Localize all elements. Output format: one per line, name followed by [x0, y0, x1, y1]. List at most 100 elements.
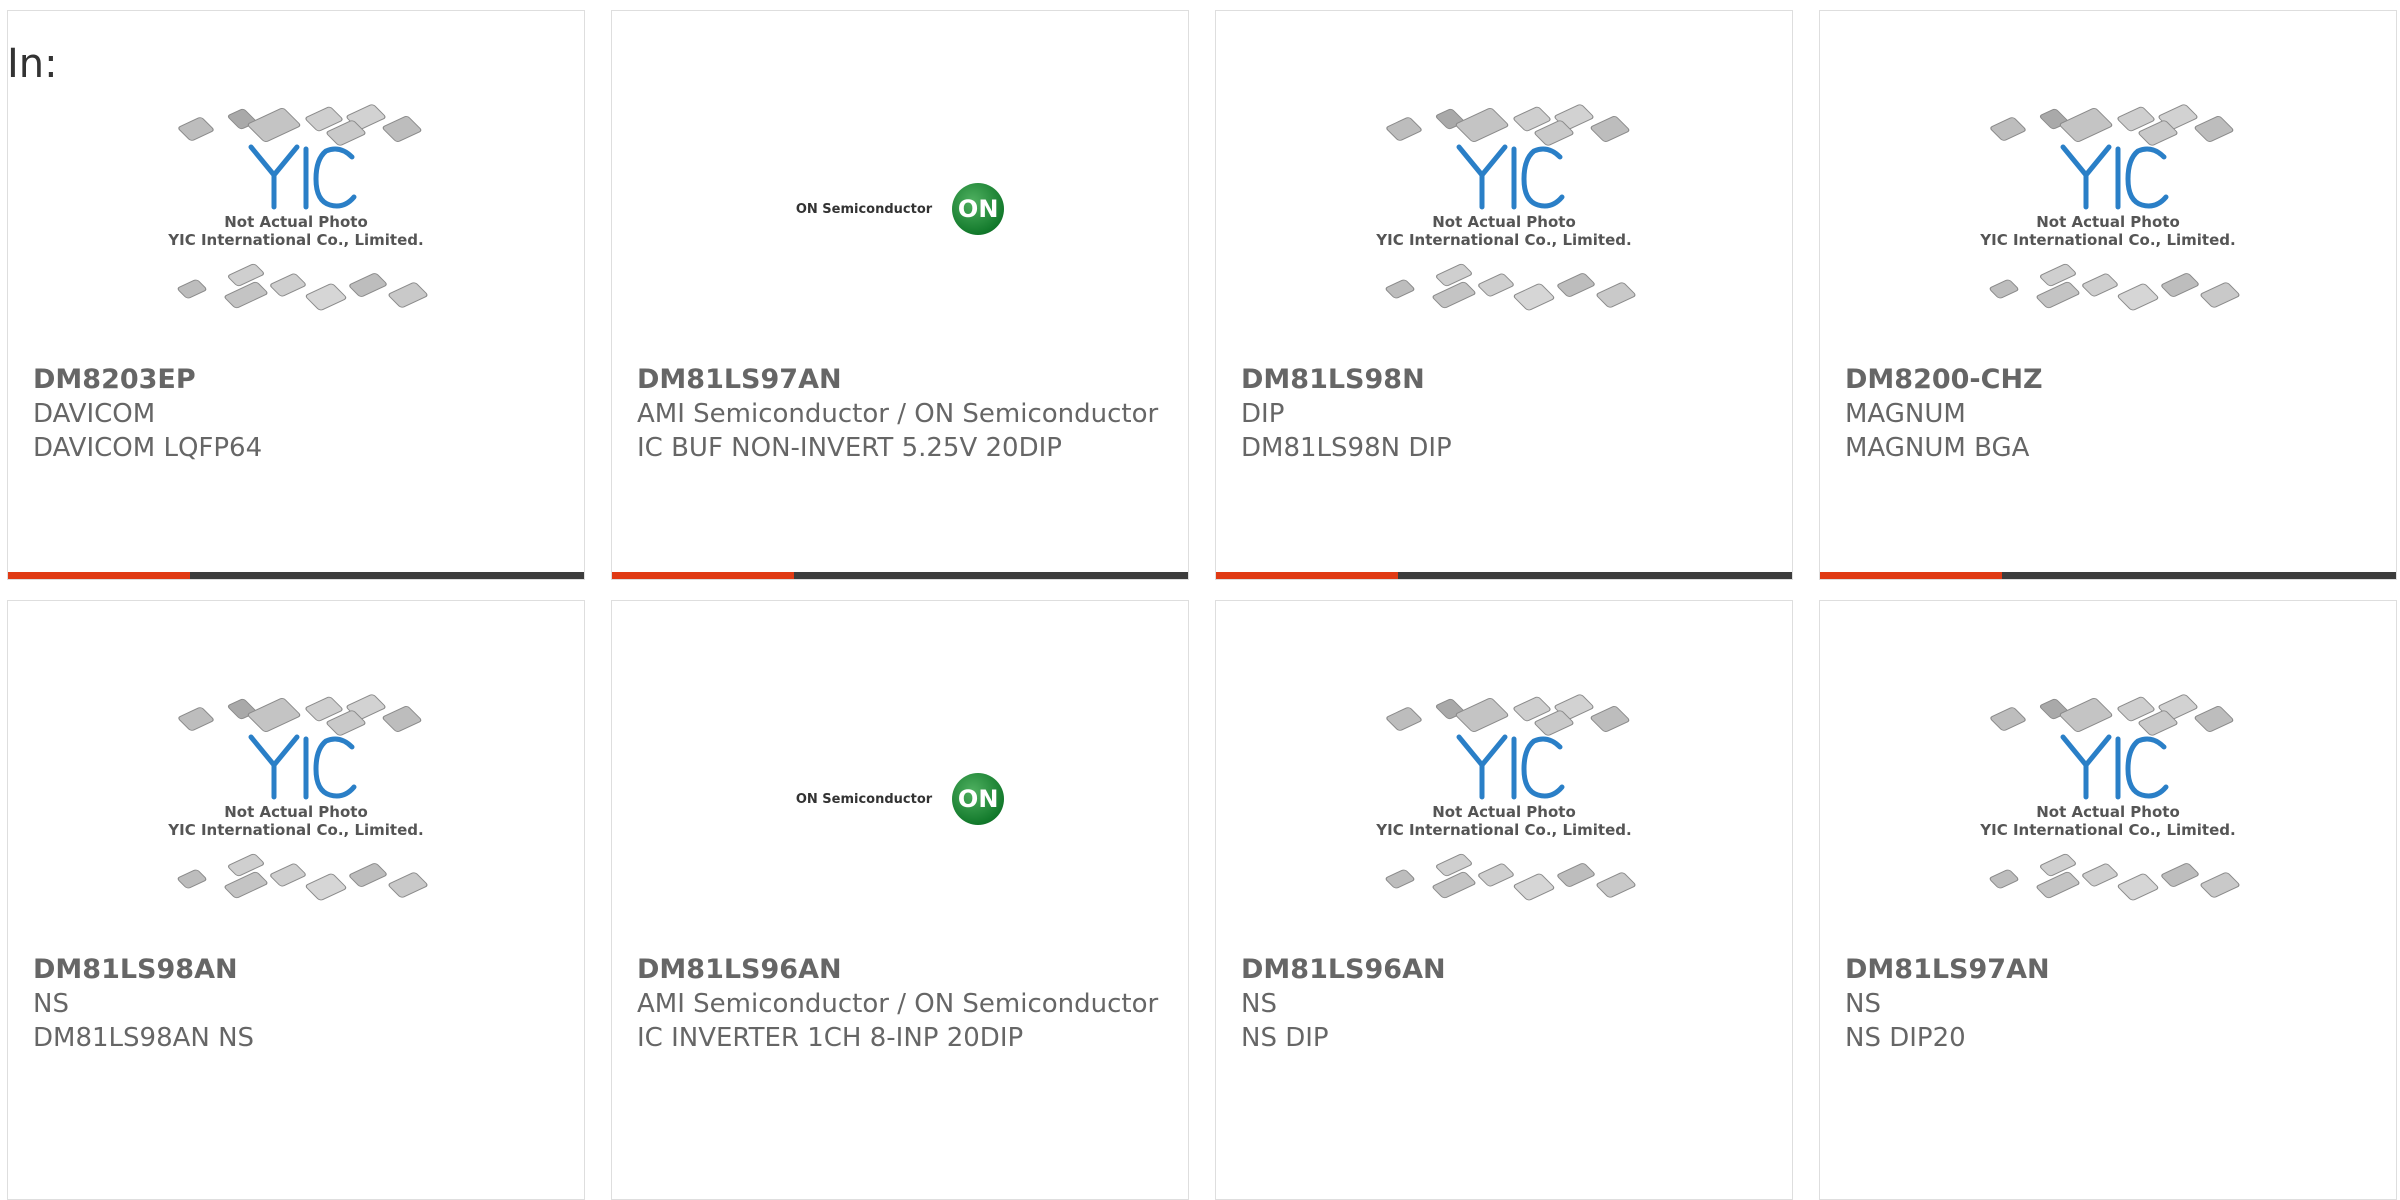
yic-placeholder-icon: Not Actual PhotoYIC International Co., L…	[1375, 104, 1636, 311]
product-description: NS DIP	[1241, 1023, 1329, 1053]
placeholder-caption: Not Actual Photo	[224, 213, 368, 231]
product-part-number[interactable]: DM81LS96AN	[637, 953, 1168, 987]
product-part-number[interactable]: DM81LS98AN	[33, 953, 564, 987]
yic-logo-icon	[248, 144, 357, 210]
product-image-placeholder[interactable]: Not Actual Photo YIC International Co., L…	[1820, 679, 2396, 919]
chip-icon	[2194, 706, 2234, 732]
product-part-number[interactable]: DM8200-CHZ	[1845, 363, 2376, 397]
chip-icon	[178, 707, 214, 731]
chip-icon	[2200, 872, 2240, 898]
yic-placeholder-icon: Not Actual PhotoYIC International Co., L…	[1375, 694, 1636, 901]
product-part-number[interactable]: DM81LS97AN	[1845, 953, 2376, 987]
chip-icon	[1435, 263, 1473, 287]
chip-icon	[305, 873, 347, 901]
card-bottom-bar	[1216, 572, 1792, 579]
product-description: NS DIP20	[1845, 1023, 1966, 1053]
chip-icon	[1385, 869, 1415, 889]
chip-icon	[1990, 117, 2026, 141]
chip-icon	[382, 116, 422, 142]
product-manufacturer: NS	[1241, 989, 1277, 1019]
yic-logo-icon	[248, 734, 357, 800]
chip-icon	[178, 117, 214, 141]
chip-icon	[349, 863, 387, 887]
product-description: DM81LS98N DIP	[1241, 433, 1452, 463]
chip-icon	[349, 273, 387, 297]
product-description: MAGNUM BGA	[1845, 433, 2030, 463]
chip-icon	[2082, 863, 2118, 887]
yic-placeholder-icon: Not Actual PhotoYIC International Co., L…	[1979, 104, 2240, 311]
filter-label: In:	[7, 41, 58, 87]
chip-icon	[2082, 273, 2118, 297]
product-image-placeholder[interactable]: Not Actual Photo YIC International Co., L…	[8, 89, 584, 329]
product-part-number[interactable]: DM81LS96AN	[1241, 953, 1772, 987]
product-manufacturer: AMI Semiconductor / ON Semiconductor	[637, 399, 1159, 429]
product-card[interactable]: Not Actual Photo YIC International Co., L…	[1819, 600, 2397, 1200]
card-bottom-bar	[612, 572, 1188, 579]
card-accent	[1820, 572, 2002, 579]
chip-icon	[224, 281, 268, 309]
chip-icon	[2194, 116, 2234, 142]
on-badge-icon: ON	[952, 773, 1005, 825]
on-semiconductor-logo[interactable]: ON Semiconductor ON	[612, 679, 1188, 919]
placeholder-caption: Not Actual Photo	[1432, 803, 1576, 821]
on-badge-icon: ON	[952, 183, 1005, 235]
on-semiconductor-wordmark: ON Semiconductor	[795, 791, 933, 807]
product-description: DAVICOM LQFP64	[33, 433, 263, 463]
product-manufacturer: NS	[33, 989, 69, 1019]
placeholder-caption: Not Actual Photo	[1432, 213, 1576, 231]
chip-icon	[177, 869, 207, 889]
product-manufacturer: DAVICOM	[33, 399, 156, 429]
placeholder-company: YIC International Co., Limited.	[1979, 821, 2235, 839]
product-part-number[interactable]: DM81LS97AN	[637, 363, 1168, 397]
product-part-number[interactable]: DM8203EP	[33, 363, 564, 397]
chip-icon	[1557, 273, 1595, 297]
chip-icon	[247, 108, 301, 142]
product-card[interactable]: Not Actual Photo YIC International Co., L…	[7, 600, 585, 1200]
on-semiconductor-wordmark: ON Semiconductor	[795, 201, 933, 217]
placeholder-company: YIC International Co., Limited.	[167, 231, 423, 249]
product-card[interactable]: Not Actual Photo YIC International Co., L…	[1819, 10, 2397, 580]
card-bottom-bar	[8, 572, 584, 579]
chip-icon	[1385, 279, 1415, 299]
chip-icon	[2117, 873, 2159, 901]
product-part-number[interactable]: DM81LS98N	[1241, 363, 1772, 397]
on-semiconductor-logo[interactable]: ON Semiconductor ON	[612, 89, 1188, 329]
product-card[interactable]: ON Semiconductor ON DM81LS97AN AMI Semico…	[611, 10, 1189, 580]
chip-icon	[1557, 863, 1595, 887]
chip-icon	[1478, 273, 1514, 297]
chip-icon	[1435, 853, 1473, 877]
product-manufacturer: DIP	[1241, 399, 1285, 429]
product-image-placeholder[interactable]: Not Actual Photo YIC International Co., L…	[8, 679, 584, 919]
chip-icon	[2039, 263, 2077, 287]
product-description: DM81LS98AN NS	[33, 1023, 255, 1053]
chip-icon	[1596, 872, 1636, 898]
chip-icon	[1455, 108, 1509, 142]
product-image-placeholder[interactable]: Not Actual Photo YIC International Co., L…	[1216, 89, 1792, 329]
yic-logo-icon	[1456, 144, 1565, 210]
placeholder-caption: Not Actual Photo	[2036, 213, 2180, 231]
product-image-placeholder[interactable]: Not Actual Photo YIC International Co., L…	[1216, 679, 1792, 919]
chip-icon	[2161, 273, 2199, 297]
chip-icon	[224, 871, 268, 899]
card-accent	[8, 572, 190, 579]
product-card[interactable]: ON Semiconductor ON DM81LS96AN AMI Semico…	[611, 600, 1189, 1200]
product-card[interactable]: Not Actual Photo YIC International Co., L…	[1215, 600, 1793, 1200]
chip-icon	[270, 863, 306, 887]
chip-icon	[388, 872, 428, 898]
chip-icon	[1990, 707, 2026, 731]
product-description: IC INVERTER 1CH 8-INP 20DIP	[637, 1023, 1024, 1053]
chip-icon	[1432, 281, 1476, 309]
on-semiconductor-logo-image: ON Semiconductor ON	[795, 773, 1005, 825]
product-card[interactable]: Not Actual Photo YIC International Co., L…	[7, 10, 585, 580]
product-card[interactable]: Not Actual Photo YIC International Co., L…	[1215, 10, 1793, 580]
chip-icon	[1478, 863, 1514, 887]
yic-logo-icon	[1456, 734, 1565, 800]
chip-icon	[1432, 871, 1476, 899]
product-manufacturer: MAGNUM	[1845, 399, 1966, 429]
placeholder-company: YIC International Co., Limited.	[167, 821, 423, 839]
chip-icon	[1596, 282, 1636, 308]
chip-icon	[1455, 698, 1509, 732]
product-image-placeholder[interactable]: Not Actual Photo YIC International Co., L…	[1820, 89, 2396, 329]
chip-icon	[1386, 707, 1422, 731]
yic-logo-icon	[2060, 144, 2169, 210]
